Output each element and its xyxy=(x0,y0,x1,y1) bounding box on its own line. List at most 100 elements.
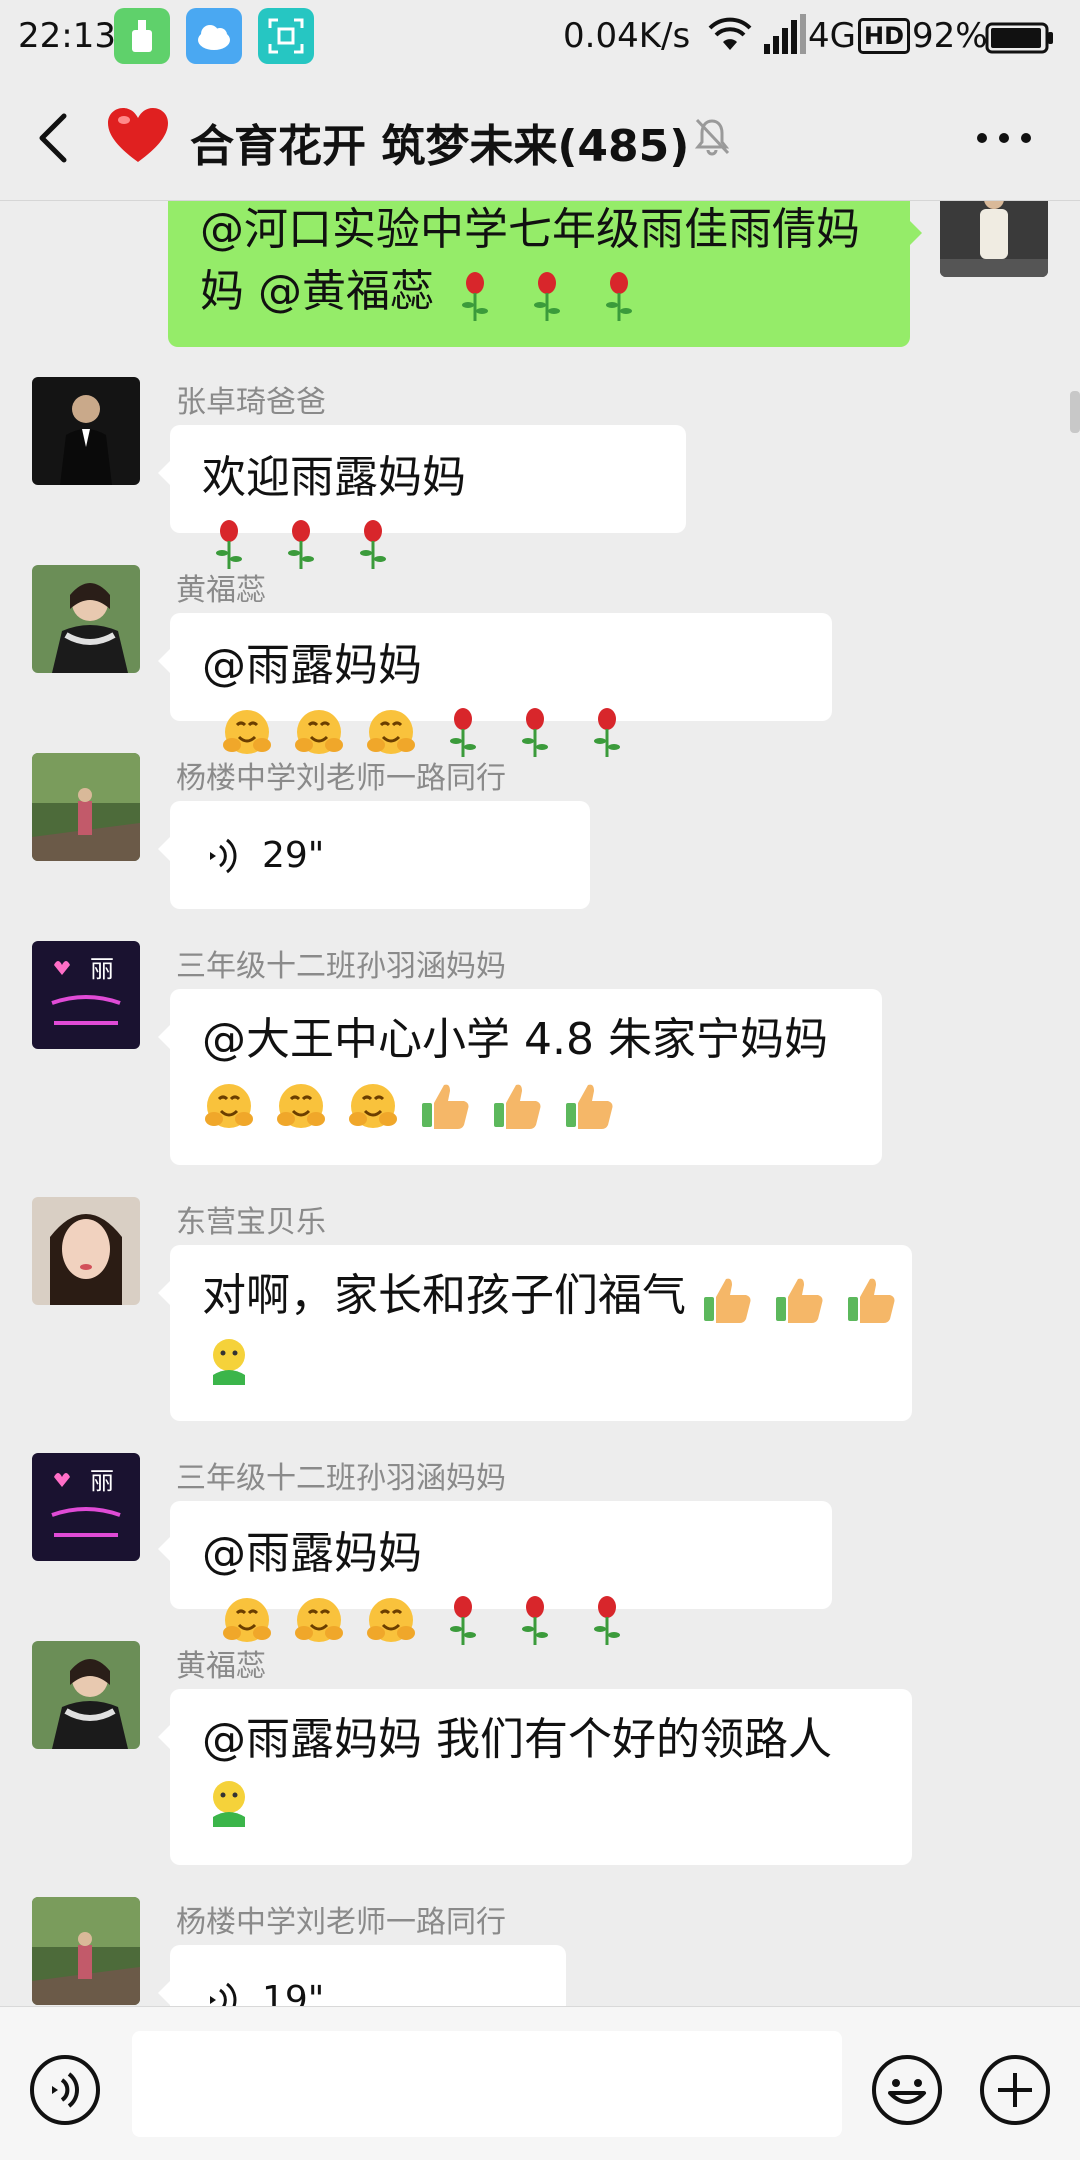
own-avatar[interactable] xyxy=(940,201,1048,277)
scan-app-icon xyxy=(258,8,314,64)
hugging-face-icon xyxy=(349,1084,397,1128)
avatar[interactable]: 丽 xyxy=(32,941,140,1049)
message-text: 对啊，家长和孩子们福气 xyxy=(202,1270,686,1321)
rose-icon xyxy=(606,272,632,321)
voice-input-button[interactable] xyxy=(28,2053,102,2127)
message-bubble[interactable]: @大王中心小学 4.8 朱家宁妈妈 xyxy=(158,989,882,1165)
message-text: 欢迎雨露妈妈 xyxy=(202,452,466,503)
rose-icon xyxy=(288,520,314,569)
avatar[interactable] xyxy=(32,565,140,673)
chat-header: 合育花开 筑梦未来(485) xyxy=(0,74,1080,201)
battery-icon xyxy=(985,22,1053,54)
chat-screen: 22:13 0.04K/s 4G HD 92% 合育花开 筑梦未来(485) @… xyxy=(0,0,1080,2160)
emoji-group xyxy=(220,1587,638,1649)
heart-icon xyxy=(108,108,168,162)
rose-icon xyxy=(450,708,476,757)
svg-text:丽: 丽 xyxy=(90,1467,114,1495)
sender-name: 杨楼中学刘老师一路同行 xyxy=(176,761,506,796)
hugging-face-icon xyxy=(367,710,415,754)
chat-title: 合育花开 筑梦未来(485) xyxy=(190,121,690,172)
emoji-group xyxy=(700,1267,902,1329)
wifi-icon xyxy=(708,17,752,50)
rose-icon xyxy=(522,708,548,757)
back-button[interactable] xyxy=(30,110,80,166)
voice-duration: 29" xyxy=(262,835,325,876)
network-speed: 0.04K/s xyxy=(563,16,691,56)
message-text: @大王中心小学 4.8 朱家宁妈妈 xyxy=(202,1014,828,1065)
rose-emoji-group xyxy=(448,263,650,325)
svg-text:丽: 丽 xyxy=(90,955,114,983)
own-message-line1: @河口实验中学七年级雨佳雨倩妈 xyxy=(200,204,860,255)
sender-name: 三年级十二班孙羽涵妈妈 xyxy=(176,949,506,984)
thumbs-up-icon xyxy=(704,1278,751,1323)
rose-icon xyxy=(216,520,242,569)
sender-name: 东营宝贝乐 xyxy=(176,1205,326,1240)
message-text: @雨露妈妈 xyxy=(202,1528,422,1579)
avatar[interactable] xyxy=(32,753,140,861)
status-bar: 22:13 0.04K/s 4G HD 92% xyxy=(0,0,1080,74)
hugging-face-icon xyxy=(295,710,343,754)
hugging-face-icon xyxy=(295,1598,343,1642)
message-bubble[interactable]: 欢迎雨露妈妈 xyxy=(158,425,686,569)
thumbs-up-icon xyxy=(422,1084,469,1129)
more-actions-plus-button[interactable] xyxy=(978,2053,1052,2127)
avatar[interactable] xyxy=(32,1897,140,2005)
emoji-group xyxy=(202,1073,620,1135)
message-bubble[interactable]: @雨露妈妈 我们有个好的领路人 xyxy=(158,1689,912,1865)
rose-icon xyxy=(450,1596,476,1645)
hugging-face-icon xyxy=(223,1598,271,1642)
rose-icon xyxy=(594,1596,620,1645)
avatar[interactable] xyxy=(32,1641,140,1749)
hugging-face-icon xyxy=(205,1084,253,1128)
avatar[interactable] xyxy=(32,1197,140,1305)
rose-icon xyxy=(522,1596,548,1645)
avatar[interactable]: 丽 xyxy=(32,1453,140,1561)
message-bubble[interactable]: @雨露妈妈 xyxy=(158,613,832,757)
hugging-face-icon xyxy=(223,710,271,754)
voice-wave-icon xyxy=(210,1982,237,2006)
scrollbar[interactable] xyxy=(1070,391,1080,433)
own-message-bubble[interactable]: @河口实验中学七年级雨佳雨倩妈 妈 @黄福蕊 xyxy=(168,201,922,347)
rose-emoji-group xyxy=(202,511,404,573)
weather-app-icon xyxy=(186,8,242,64)
message-input[interactable] xyxy=(132,2031,842,2137)
own-message-line2: 妈 @黄福蕊 xyxy=(200,266,434,317)
message-list[interactable]: @河口实验中学七年级雨佳雨倩妈 妈 @黄福蕊 张卓琦爸爸 欢迎雨露妈妈 黄福蕊 … xyxy=(0,201,1080,2006)
status-time: 22:13 xyxy=(18,16,116,56)
rose-icon xyxy=(534,272,560,321)
message-bubble[interactable]: 对啊，家长和孩子们福气 xyxy=(158,1245,912,1421)
hd-badge: HD xyxy=(858,18,911,54)
input-bar xyxy=(0,2006,1080,2160)
rose-icon xyxy=(594,708,620,757)
network-type: 4G xyxy=(808,16,856,56)
voice-wave-icon xyxy=(210,838,237,874)
signal-icon xyxy=(764,14,806,54)
emoji-group xyxy=(220,699,638,761)
thumbs-up-icon xyxy=(848,1278,895,1323)
cleaner-app-icon xyxy=(114,8,170,64)
mute-bell-icon xyxy=(694,118,730,156)
thumbs-up-icon xyxy=(494,1084,541,1129)
voice-duration: 19" xyxy=(262,1979,325,2006)
more-options-button[interactable] xyxy=(976,128,1032,148)
avatar[interactable] xyxy=(32,377,140,485)
battery-percent: 92% xyxy=(912,16,988,56)
hugging-face-icon xyxy=(277,1084,325,1128)
message-text: @雨露妈妈 我们有个好的领路人 xyxy=(202,1714,832,1765)
emoji-button[interactable] xyxy=(870,2053,944,2127)
message-bubble[interactable]: @雨露妈妈 xyxy=(158,1501,832,1645)
sender-name: 黄福蕊 xyxy=(176,573,266,608)
thumbs-up-icon xyxy=(776,1278,823,1323)
green-man-icon xyxy=(213,1339,245,1385)
hugging-face-icon xyxy=(367,1598,415,1642)
sender-name: 杨楼中学刘老师一路同行 xyxy=(176,1905,506,1940)
rose-icon xyxy=(462,272,488,321)
message-text: @雨露妈妈 xyxy=(202,640,422,691)
sender-name: 黄福蕊 xyxy=(176,1649,266,1684)
voice-message-bubble[interactable]: 19" xyxy=(158,1945,566,2006)
voice-message-bubble[interactable]: 29" xyxy=(158,801,590,909)
sender-name: 张卓琦爸爸 xyxy=(176,385,326,420)
thumbs-up-icon xyxy=(566,1084,613,1129)
green-man-icon xyxy=(213,1781,245,1827)
sender-name: 三年级十二班孙羽涵妈妈 xyxy=(176,1461,506,1496)
